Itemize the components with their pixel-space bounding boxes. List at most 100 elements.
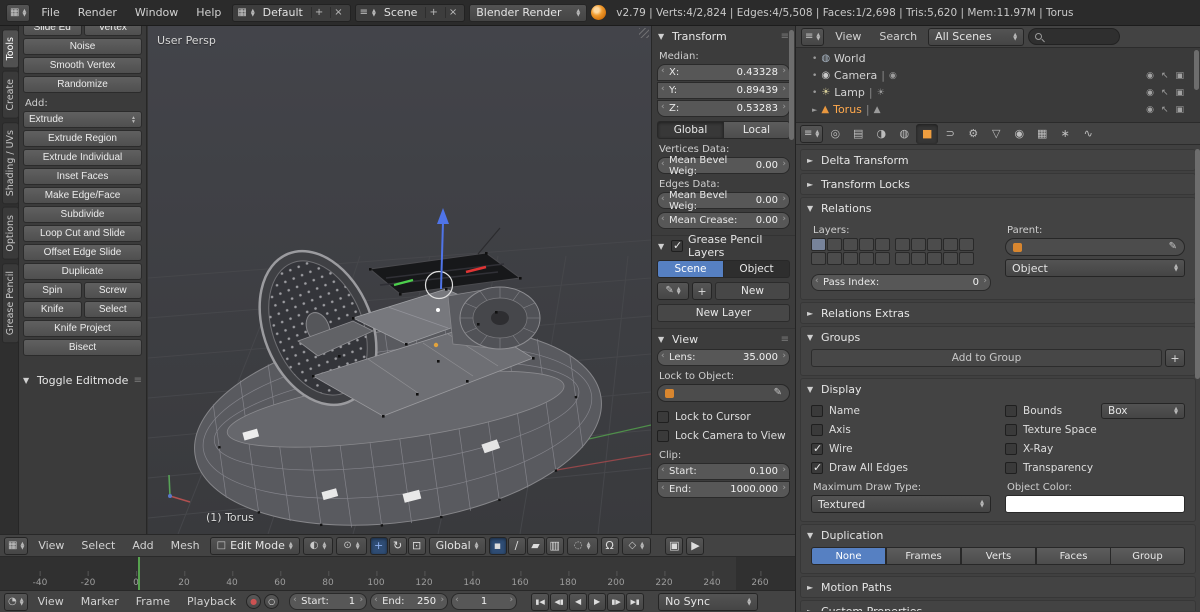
layer-toggle[interactable] bbox=[843, 238, 858, 251]
duplication-verts-button[interactable]: Verts bbox=[961, 547, 1036, 565]
texture-space-checkbox[interactable] bbox=[1005, 423, 1017, 436]
extrude-menu-button[interactable]: Extrude ▲ ▼ bbox=[23, 111, 142, 128]
lens-field[interactable]: Lens: 35.000 bbox=[657, 349, 790, 366]
layer-toggle[interactable] bbox=[927, 238, 942, 251]
tab-constraints[interactable]: ⊃ bbox=[939, 124, 961, 144]
lock-to-cursor-checkbox[interactable] bbox=[657, 410, 669, 423]
axis-checkbox[interactable] bbox=[811, 423, 823, 436]
relations-panel-header[interactable]: ▼ Relations bbox=[801, 198, 1195, 218]
current-frame-marker[interactable] bbox=[138, 557, 140, 590]
prev-keyframe-button[interactable]: ◀▮ bbox=[550, 592, 569, 611]
frame-start-field[interactable]: Start: 1 bbox=[289, 593, 368, 610]
tool-extrude-individual-button[interactable]: Extrude Individual bbox=[23, 149, 142, 166]
custom-properties-panel-header[interactable]: ► Custom Properties bbox=[801, 601, 1195, 612]
delta-transform-panel-header[interactable]: ► Delta Transform bbox=[801, 150, 1195, 170]
play-button[interactable]: ▶ bbox=[588, 592, 607, 611]
toggle-editmode-panel-header[interactable]: ▼ Toggle Editmode ≡ bbox=[23, 370, 142, 390]
tool-duplicate-button[interactable]: Duplicate bbox=[23, 263, 142, 280]
bounds-checkbox[interactable] bbox=[1005, 404, 1017, 417]
timeline-menu-frame[interactable]: Frame bbox=[129, 595, 177, 608]
layer-toggle[interactable] bbox=[811, 238, 826, 251]
tree-expand-icon[interactable]: ► bbox=[812, 106, 817, 114]
layer-toggle[interactable] bbox=[811, 252, 826, 265]
selectability-arrow-icon[interactable]: ↖ bbox=[1161, 88, 1169, 98]
global-toggle[interactable]: Global bbox=[657, 121, 724, 139]
tool-inset-faces-button[interactable]: Inset Faces bbox=[23, 168, 142, 185]
tool-subdivide-button[interactable]: Subdivide bbox=[23, 206, 142, 223]
properties-scrollbar[interactable] bbox=[1195, 149, 1200, 379]
tool-randomize-button[interactable]: Randomize bbox=[23, 76, 142, 93]
delete-scene-button[interactable]: × bbox=[444, 7, 460, 18]
duplication-group-button[interactable]: Group bbox=[1111, 547, 1185, 565]
tool-loop-cut-button[interactable]: Loop Cut and Slide bbox=[23, 225, 142, 242]
layer-toggle[interactable] bbox=[911, 238, 926, 251]
mesh-menu[interactable]: Mesh bbox=[164, 539, 207, 552]
sync-mode-dropdown[interactable]: No Sync ▲ ▼ bbox=[658, 592, 759, 611]
eyedropper-icon[interactable]: ✎ bbox=[774, 388, 782, 398]
renderability-icon[interactable]: ▣ bbox=[1175, 105, 1184, 115]
timeline-menu-playback[interactable]: Playback bbox=[180, 595, 243, 608]
add-layout-button[interactable]: + bbox=[310, 7, 326, 18]
duplication-panel-header[interactable]: ▼ Duplication bbox=[801, 525, 1195, 545]
tab-scene[interactable]: ◑ bbox=[870, 124, 892, 144]
n-panel-scrollbar[interactable] bbox=[789, 30, 794, 140]
tool-knife-project-button[interactable]: Knife Project bbox=[23, 320, 142, 337]
tool-vertex-slide-button[interactable]: Vertex bbox=[83, 26, 142, 36]
object-color-swatch[interactable] bbox=[1005, 495, 1185, 513]
layer-toggle[interactable] bbox=[943, 252, 958, 265]
tool-make-edge-face-button[interactable]: Make Edge/Face bbox=[23, 187, 142, 204]
play-reverse-button[interactable]: ◀ bbox=[569, 592, 588, 611]
grease-pencil-enable-checkbox[interactable] bbox=[670, 239, 683, 252]
tab-texture[interactable]: ▦ bbox=[1031, 124, 1053, 144]
edge-select-button[interactable]: ∕ bbox=[507, 536, 526, 555]
tool-bisect-button[interactable]: Bisect bbox=[23, 339, 142, 356]
tool-noise-button[interactable]: Noise bbox=[23, 38, 142, 55]
median-z-field[interactable]: Z: 0.53283 bbox=[657, 100, 790, 117]
display-panel-header[interactable]: ▼ Display bbox=[801, 379, 1195, 399]
tool-tab-shading-uvs[interactable]: Shading / UVs bbox=[2, 121, 19, 205]
viewport-3d[interactable]: User Persp (1) Torus bbox=[147, 26, 652, 535]
maximum-draw-type-dropdown[interactable]: Textured ▲ ▼ bbox=[811, 495, 991, 513]
tool-knife-button[interactable]: Knife bbox=[23, 301, 82, 318]
layer-toggle[interactable] bbox=[943, 238, 958, 251]
tab-object-data[interactable]: ▽ bbox=[985, 124, 1007, 144]
wire-checkbox[interactable] bbox=[811, 442, 823, 455]
edge-bevel-weight-field[interactable]: Mean Bevel Weig: 0.00 bbox=[657, 190, 790, 212]
gp-draw-mode-button[interactable]: ✎ ▲ ▼ bbox=[657, 282, 689, 300]
editor-type-properties-button[interactable]: ≡ ▲ ▼ bbox=[800, 124, 824, 143]
xray-checkbox[interactable] bbox=[1005, 442, 1017, 455]
gp-add-button[interactable]: + bbox=[692, 282, 712, 300]
tool-tab-tools[interactable]: Tools bbox=[2, 29, 19, 69]
snap-toggle-button[interactable]: Ω bbox=[600, 536, 619, 555]
vertex-select-button[interactable]: ▪ bbox=[488, 536, 507, 555]
layer-toggle[interactable] bbox=[895, 252, 910, 265]
snap-element-dropdown[interactable]: ◇ ▲ ▼ bbox=[621, 536, 652, 555]
outliner-row-lamp[interactable]: • ☀ Lamp | ☀ ◉ ↖ ▣ bbox=[796, 84, 1200, 101]
auto-keyframe-record-button[interactable]: ● bbox=[246, 594, 262, 609]
layer-toggle[interactable] bbox=[843, 252, 858, 265]
outliner-row-world[interactable]: • ◍ World bbox=[796, 50, 1200, 67]
menu-help[interactable]: Help bbox=[189, 6, 228, 19]
duplication-faces-button[interactable]: Faces bbox=[1036, 547, 1111, 565]
keying-set-button[interactable]: ○ bbox=[264, 594, 280, 609]
outliner-menu-view[interactable]: View bbox=[828, 30, 868, 43]
outliner-scope-dropdown[interactable]: All Scenes ▲ ▼ bbox=[928, 27, 1025, 46]
tab-render[interactable]: ◎ bbox=[824, 124, 846, 144]
pass-index-field[interactable]: Pass Index: 0 bbox=[811, 274, 991, 291]
layer-toggle[interactable] bbox=[875, 238, 890, 251]
transparency-checkbox[interactable] bbox=[1005, 461, 1017, 474]
visibility-eye-icon[interactable]: ◉ bbox=[1146, 71, 1154, 81]
timeline-ruler[interactable]: -40 -20 0 20 40 60 80 100 120 140 160 18… bbox=[0, 556, 795, 590]
editor-type-info-button[interactable]: ▦ ▲ ▼ bbox=[6, 3, 31, 22]
face-select-button[interactable]: ▰ bbox=[526, 536, 545, 555]
parent-type-dropdown[interactable]: Object ▲ ▼ bbox=[1005, 259, 1185, 277]
clip-end-field[interactable]: End: 1000.000 bbox=[657, 481, 790, 498]
tab-render-layers[interactable]: ▤ bbox=[847, 124, 869, 144]
tool-offset-edge-slide-button[interactable]: Offset Edge Slide bbox=[23, 244, 142, 261]
manipulator-translate-button[interactable]: + bbox=[369, 536, 388, 555]
relations-extras-panel-header[interactable]: ► Relations Extras bbox=[801, 303, 1195, 323]
layer-toggle[interactable] bbox=[959, 238, 974, 251]
clip-start-field[interactable]: Start: 0.100 bbox=[657, 463, 790, 480]
duplication-frames-button[interactable]: Frames bbox=[886, 547, 961, 565]
motion-paths-panel-header[interactable]: ► Motion Paths bbox=[801, 577, 1195, 597]
